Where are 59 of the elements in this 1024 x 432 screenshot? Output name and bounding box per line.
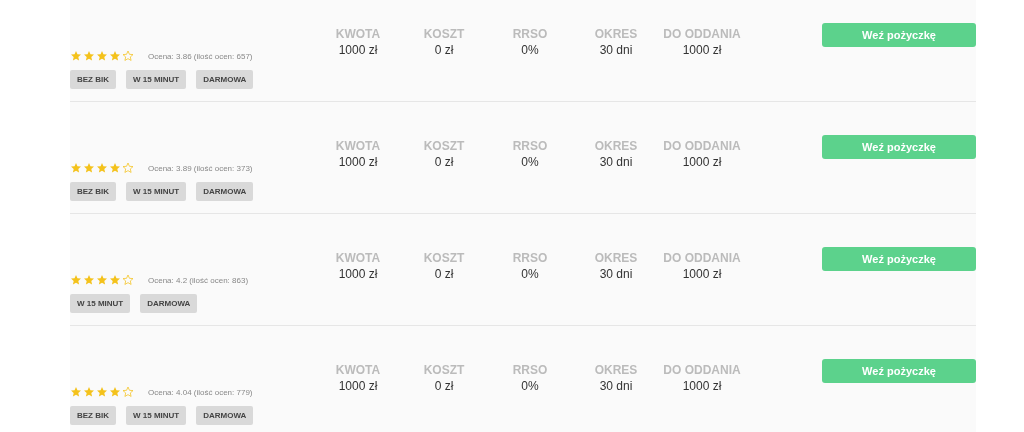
rating-text: Ocena: 3.86 (ilość ocen: 657) — [148, 51, 253, 61]
stat-value: 0 zł — [433, 154, 455, 170]
tag: W 15 MINUT — [126, 406, 187, 425]
stat-value: 30 dni — [598, 154, 634, 170]
stat-value: 0 zł — [433, 266, 455, 282]
stat-value: 0 zł — [433, 42, 455, 58]
stat-value: 30 dni — [598, 42, 634, 58]
rating-text: Ocena: 4.04 (ilość ocen: 779) — [148, 387, 253, 397]
stat-value: 1000 zł — [681, 154, 723, 170]
loan-button[interactable]: Weź pożyczkę — [822, 135, 976, 159]
stat-label: OKRES — [593, 138, 639, 154]
stat-value: 0% — [520, 42, 540, 58]
stat-label: RRSO — [511, 250, 549, 266]
loan-button[interactable]: Weź pożyczkę — [822, 359, 976, 383]
tag: W 15 MINUT — [126, 70, 187, 89]
stat-label: KWOTA — [334, 362, 382, 378]
stat-value: 1000 zł — [337, 42, 379, 58]
loan-button[interactable]: Weź pożyczkę — [822, 247, 976, 271]
stat-label: KOSZT — [422, 26, 466, 42]
tag: BEZ BIK — [70, 406, 116, 425]
stat-label: DO ODDANIA — [662, 138, 742, 154]
stat-label: KOSZT — [422, 362, 466, 378]
stat-value: 1000 zł — [681, 266, 723, 282]
stat-label: RRSO — [511, 362, 549, 378]
stat-label: OKRES — [593, 250, 639, 266]
stat-label: KWOTA — [334, 26, 382, 42]
stat-value: 0% — [520, 154, 540, 170]
tag: W 15 MINUT — [126, 182, 187, 201]
stat-label: OKRES — [593, 26, 639, 42]
stat-label: KOSZT — [422, 138, 466, 154]
tag: DARMOWA — [196, 406, 254, 425]
stat-label: KOSZT — [422, 250, 466, 266]
stat-label: RRSO — [511, 138, 549, 154]
stat-value: 1000 zł — [681, 42, 723, 58]
rating-text: Ocena: 3.89 (ilość ocen: 373) — [148, 163, 253, 173]
tag: BEZ BIK — [70, 182, 116, 201]
stat-label: DO ODDANIA — [662, 362, 742, 378]
stat-label: OKRES — [593, 362, 639, 378]
stat-label: KWOTA — [334, 250, 382, 266]
stat-value: 0% — [520, 266, 540, 282]
stat-value: 0 zł — [433, 378, 455, 394]
rating-text: Ocena: 4.2 (ilość ocen: 863) — [148, 275, 249, 285]
stat-value: 30 dni — [598, 266, 634, 282]
stat-value: 30 dni — [598, 378, 634, 394]
stat-value: 1000 zł — [681, 378, 723, 394]
stat-value: 1000 zł — [337, 378, 379, 394]
tag: DARMOWA — [196, 70, 254, 89]
stat-label: DO ODDANIA — [662, 26, 742, 42]
tag: DARMOWA — [196, 182, 254, 201]
stat-label: RRSO — [511, 26, 549, 42]
tag: W 15 MINUT — [70, 294, 131, 313]
loan-button[interactable]: Weź pożyczkę — [822, 23, 976, 47]
stat-label: KWOTA — [334, 138, 382, 154]
stat-value: 1000 zł — [337, 266, 379, 282]
tag: BEZ BIK — [70, 70, 116, 89]
stat-value: 1000 zł — [337, 154, 379, 170]
stat-label: DO ODDANIA — [662, 250, 742, 266]
tag: DARMOWA — [140, 294, 198, 313]
stat-value: 0% — [520, 378, 540, 394]
